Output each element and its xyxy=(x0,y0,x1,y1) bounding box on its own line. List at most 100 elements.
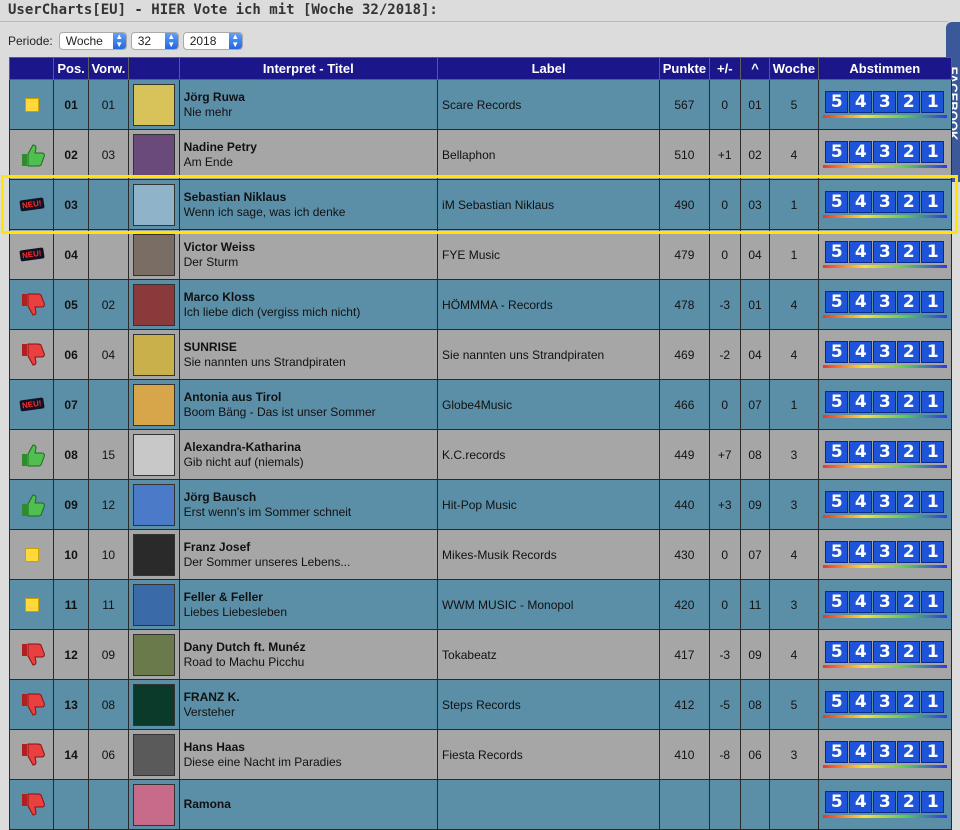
vote-4-button[interactable]: 4 xyxy=(849,791,872,813)
artist-name[interactable]: Alexandra-Katharina xyxy=(184,440,437,455)
artist-name[interactable]: Marco Kloss xyxy=(184,290,437,305)
vote-4-button[interactable]: 4 xyxy=(849,141,872,163)
vote-5-button[interactable]: 5 xyxy=(825,141,848,163)
vote-4-button[interactable]: 4 xyxy=(849,241,872,263)
vote-4-button[interactable]: 4 xyxy=(849,291,872,313)
vote-2-button[interactable]: 2 xyxy=(897,241,920,263)
vote-3-button[interactable]: 3 xyxy=(873,241,896,263)
vote-1-button[interactable]: 1 xyxy=(921,791,944,813)
vote-5-button[interactable]: 5 xyxy=(825,341,848,363)
vote-2-button[interactable]: 2 xyxy=(897,491,920,513)
vote-1-button[interactable]: 1 xyxy=(921,341,944,363)
vote-2-button[interactable]: 2 xyxy=(897,91,920,113)
album-cover[interactable] xyxy=(133,584,175,626)
vote-3-button[interactable]: 3 xyxy=(873,741,896,763)
vote-4-button[interactable]: 4 xyxy=(849,341,872,363)
vote-3-button[interactable]: 3 xyxy=(873,491,896,513)
vote-2-button[interactable]: 2 xyxy=(897,591,920,613)
vote-4-button[interactable]: 4 xyxy=(849,691,872,713)
vote-1-button[interactable]: 1 xyxy=(921,291,944,313)
vote-4-button[interactable]: 4 xyxy=(849,591,872,613)
artist-name[interactable]: Dany Dutch ft. Munéz xyxy=(184,640,437,655)
vote-1-button[interactable]: 1 xyxy=(921,191,944,213)
album-cover[interactable] xyxy=(133,384,175,426)
vote-5-button[interactable]: 5 xyxy=(825,191,848,213)
vote-2-button[interactable]: 2 xyxy=(897,441,920,463)
artist-name[interactable]: Jörg Ruwa xyxy=(184,90,437,105)
vote-3-button[interactable]: 3 xyxy=(873,191,896,213)
artist-name[interactable]: Nadine Petry xyxy=(184,140,437,155)
vote-2-button[interactable]: 2 xyxy=(897,141,920,163)
album-cover[interactable] xyxy=(133,84,175,126)
vote-2-button[interactable]: 2 xyxy=(897,391,920,413)
vote-1-button[interactable]: 1 xyxy=(921,591,944,613)
vote-4-button[interactable]: 4 xyxy=(849,91,872,113)
vote-5-button[interactable]: 5 xyxy=(825,441,848,463)
vote-2-button[interactable]: 2 xyxy=(897,191,920,213)
artist-name[interactable]: SUNRISE xyxy=(184,340,437,355)
vote-2-button[interactable]: 2 xyxy=(897,541,920,563)
vote-5-button[interactable]: 5 xyxy=(825,791,848,813)
album-cover[interactable] xyxy=(133,484,175,526)
album-cover[interactable] xyxy=(133,534,175,576)
vote-2-button[interactable]: 2 xyxy=(897,341,920,363)
album-cover[interactable] xyxy=(133,234,175,276)
vote-5-button[interactable]: 5 xyxy=(825,591,848,613)
vote-3-button[interactable]: 3 xyxy=(873,91,896,113)
artist-name[interactable]: Sebastian Niklaus xyxy=(184,190,437,205)
vote-3-button[interactable]: 3 xyxy=(873,441,896,463)
vote-4-button[interactable]: 4 xyxy=(849,741,872,763)
album-cover[interactable] xyxy=(133,734,175,776)
vote-4-button[interactable]: 4 xyxy=(849,191,872,213)
vote-5-button[interactable]: 5 xyxy=(825,91,848,113)
vote-4-button[interactable]: 4 xyxy=(849,491,872,513)
artist-name[interactable]: Ramona xyxy=(184,797,437,812)
vote-2-button[interactable]: 2 xyxy=(897,291,920,313)
album-cover[interactable] xyxy=(133,434,175,476)
vote-5-button[interactable]: 5 xyxy=(825,241,848,263)
week-select[interactable]: 32 ▲▼ xyxy=(131,32,179,50)
artist-name[interactable]: Victor Weiss xyxy=(184,240,437,255)
vote-4-button[interactable]: 4 xyxy=(849,541,872,563)
album-cover[interactable] xyxy=(133,284,175,326)
vote-4-button[interactable]: 4 xyxy=(849,641,872,663)
artist-name[interactable]: Jörg Bausch xyxy=(184,490,437,505)
vote-3-button[interactable]: 3 xyxy=(873,591,896,613)
vote-1-button[interactable]: 1 xyxy=(921,91,944,113)
vote-2-button[interactable]: 2 xyxy=(897,791,920,813)
vote-5-button[interactable]: 5 xyxy=(825,491,848,513)
artist-name[interactable]: Franz Josef xyxy=(184,540,437,555)
vote-3-button[interactable]: 3 xyxy=(873,641,896,663)
artist-name[interactable]: Feller & Feller xyxy=(184,590,437,605)
vote-3-button[interactable]: 3 xyxy=(873,141,896,163)
vote-3-button[interactable]: 3 xyxy=(873,341,896,363)
album-cover[interactable] xyxy=(133,784,175,826)
album-cover[interactable] xyxy=(133,334,175,376)
vote-1-button[interactable]: 1 xyxy=(921,141,944,163)
vote-3-button[interactable]: 3 xyxy=(873,791,896,813)
album-cover[interactable] xyxy=(133,634,175,676)
vote-1-button[interactable]: 1 xyxy=(921,741,944,763)
vote-2-button[interactable]: 2 xyxy=(897,641,920,663)
album-cover[interactable] xyxy=(133,134,175,176)
vote-1-button[interactable]: 1 xyxy=(921,241,944,263)
vote-5-button[interactable]: 5 xyxy=(825,291,848,313)
vote-5-button[interactable]: 5 xyxy=(825,741,848,763)
vote-2-button[interactable]: 2 xyxy=(897,691,920,713)
period-type-select[interactable]: Woche ▲▼ xyxy=(59,32,127,50)
vote-1-button[interactable]: 1 xyxy=(921,441,944,463)
album-cover[interactable] xyxy=(133,684,175,726)
vote-2-button[interactable]: 2 xyxy=(897,741,920,763)
vote-1-button[interactable]: 1 xyxy=(921,541,944,563)
vote-3-button[interactable]: 3 xyxy=(873,541,896,563)
year-select[interactable]: 2018 ▲▼ xyxy=(183,32,243,50)
vote-3-button[interactable]: 3 xyxy=(873,291,896,313)
artist-name[interactable]: FRANZ K. xyxy=(184,690,437,705)
vote-1-button[interactable]: 1 xyxy=(921,491,944,513)
vote-4-button[interactable]: 4 xyxy=(849,441,872,463)
vote-3-button[interactable]: 3 xyxy=(873,391,896,413)
vote-5-button[interactable]: 5 xyxy=(825,541,848,563)
vote-1-button[interactable]: 1 xyxy=(921,391,944,413)
vote-3-button[interactable]: 3 xyxy=(873,691,896,713)
vote-5-button[interactable]: 5 xyxy=(825,691,848,713)
